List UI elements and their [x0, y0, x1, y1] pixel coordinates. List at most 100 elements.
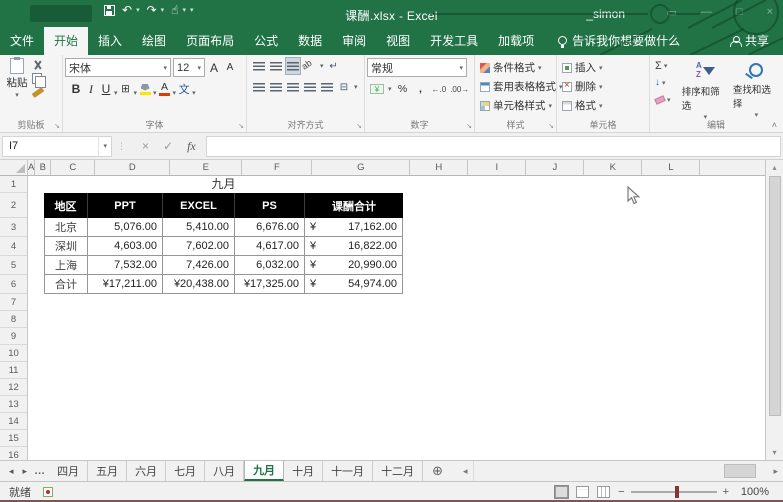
- delete-cells-button[interactable]: 删除 ▾: [559, 77, 647, 96]
- orientation-dropdown-icon[interactable]: ▾: [320, 62, 324, 70]
- align-left-button[interactable]: [252, 79, 266, 95]
- row-header[interactable]: 11: [0, 362, 27, 379]
- align-top-button[interactable]: [252, 58, 266, 74]
- sheet-tab[interactable]: 五月: [88, 461, 128, 481]
- total-cell[interactable]: ¥ 20,990.00: [305, 256, 403, 275]
- ppt-cell[interactable]: 4,603.00: [88, 237, 163, 256]
- sheet-tab[interactable]: 十月: [284, 461, 324, 481]
- copy-icon[interactable]: [32, 73, 46, 88]
- excel-cell[interactable]: 7,426.00: [163, 256, 235, 275]
- table-header-cell[interactable]: PS: [235, 193, 305, 218]
- align-center-button[interactable]: [269, 79, 283, 95]
- increase-font-size-button[interactable]: A: [207, 60, 221, 76]
- column-header[interactable]: G: [312, 160, 411, 175]
- row-header[interactable]: 14: [0, 413, 27, 430]
- total-cell[interactable]: ¥ 54,974.00: [305, 275, 403, 294]
- align-bottom-button[interactable]: [285, 57, 301, 75]
- underline-dropdown-icon[interactable]: ▾: [114, 89, 118, 97]
- ps-cell[interactable]: 4,617.00: [235, 237, 305, 256]
- region-cell[interactable]: 深圳: [44, 237, 88, 256]
- column-header[interactable]: F: [242, 160, 313, 175]
- row-header[interactable]: 3: [0, 218, 27, 237]
- region-cell[interactable]: 合计: [44, 275, 88, 294]
- row-header[interactable]: 8: [0, 311, 27, 328]
- horizontal-scroll-thumb[interactable]: [724, 464, 757, 478]
- scroll-up-icon[interactable]: ▴: [772, 160, 776, 175]
- vertical-scrollbar[interactable]: ▴ ▾: [765, 160, 783, 460]
- fill-color-button[interactable]: [138, 81, 152, 97]
- ps-cell[interactable]: 6,676.00: [235, 218, 305, 237]
- vertical-scroll-thumb[interactable]: [768, 176, 781, 416]
- phonetic-dropdown-icon[interactable]: ▾: [192, 89, 196, 97]
- column-header[interactable]: E: [170, 160, 243, 175]
- sheet-tab[interactable]: 十二月: [373, 461, 424, 481]
- ribbon-tab[interactable]: 公式: [244, 27, 288, 55]
- minimize-button[interactable]: —: [701, 6, 712, 19]
- column-header[interactable]: B: [35, 160, 52, 175]
- insert-cells-button[interactable]: 插入 ▾: [559, 58, 647, 77]
- region-cell[interactable]: 上海: [44, 256, 88, 275]
- increase-indent-button[interactable]: [320, 79, 334, 95]
- name-box-dropdown-icon[interactable]: ▾: [98, 136, 111, 156]
- scroll-down-icon[interactable]: ▾: [772, 445, 776, 460]
- ribbon-display-options-button[interactable]: ▭: [667, 6, 677, 19]
- sheet-tab[interactable]: 七月: [166, 461, 206, 481]
- paste-dropdown-icon[interactable]: ▾: [15, 91, 19, 99]
- signed-in-user[interactable]: _simon: [586, 7, 625, 21]
- region-cell[interactable]: 北京: [44, 218, 88, 237]
- zoom-in-button[interactable]: +: [723, 486, 729, 498]
- ribbon-tab[interactable]: 加载项: [488, 27, 544, 55]
- align-right-button[interactable]: [286, 79, 300, 95]
- sheet-tab[interactable]: 八月: [205, 461, 245, 481]
- format-cells-button[interactable]: 格式 ▾: [559, 96, 647, 115]
- ppt-cell[interactable]: ¥17,211.00: [88, 275, 163, 294]
- clipboard-dialog-launcher-icon[interactable]: ↘: [54, 122, 60, 130]
- share-button[interactable]: 共享: [716, 27, 783, 55]
- styles-dialog-launcher-icon[interactable]: ↘: [548, 122, 554, 130]
- ppt-cell[interactable]: 5,076.00: [88, 218, 163, 237]
- column-header[interactable]: C: [51, 160, 96, 175]
- zoom-slider-thumb[interactable]: [674, 486, 679, 498]
- table-title-cell[interactable]: 九月: [44, 176, 403, 193]
- column-header[interactable]: D: [95, 160, 171, 175]
- cancel-entry-button[interactable]: ×: [142, 139, 149, 153]
- ribbon-tab[interactable]: 页面布局: [176, 27, 244, 55]
- column-header[interactable]: K: [584, 160, 643, 175]
- row-header[interactable]: 9: [0, 328, 27, 345]
- ribbon-tab[interactable]: 文件: [0, 27, 44, 55]
- prev-sheet-icon[interactable]: ◂: [9, 466, 14, 477]
- ribbon-tab[interactable]: 开始: [44, 27, 89, 55]
- borders-button[interactable]: ⊞: [119, 81, 133, 97]
- ribbon-tab[interactable]: 开发工具: [420, 27, 488, 55]
- sheet-tab[interactable]: 十一月: [323, 461, 374, 481]
- orientation-button[interactable]: ab: [300, 55, 321, 76]
- maximize-button[interactable]: □: [736, 6, 743, 19]
- sort-filter-button[interactable]: AZ 排序和筛选 ▾: [682, 58, 729, 121]
- format-painter-icon[interactable]: [31, 87, 45, 98]
- excel-cell[interactable]: 7,602.00: [163, 237, 235, 256]
- fill-color-dropdown-icon[interactable]: ▾: [153, 89, 157, 97]
- ribbon-tab[interactable]: 审阅: [332, 27, 376, 55]
- row-header[interactable]: 6: [0, 275, 27, 294]
- format-as-table-button[interactable]: 套用表格格式 ▾: [477, 77, 563, 96]
- increase-decimal-button[interactable]: ←.0: [432, 85, 447, 94]
- fill-button[interactable]: ↓ ▾: [655, 75, 678, 90]
- wrap-text-button[interactable]: ↵: [327, 58, 341, 74]
- excel-cell[interactable]: ¥20,438.00: [163, 275, 235, 294]
- row-header[interactable]: 7: [0, 294, 27, 311]
- decrease-indent-button[interactable]: [303, 79, 317, 95]
- next-sheet-icon[interactable]: ▸: [23, 466, 28, 477]
- row-header[interactable]: 1: [0, 176, 27, 193]
- ribbon-tab[interactable]: 数据: [288, 27, 332, 55]
- formula-input[interactable]: [205, 135, 781, 157]
- scroll-left-icon[interactable]: ◂: [458, 466, 473, 477]
- excel-cell[interactable]: 5,410.00: [163, 218, 235, 237]
- alignment-dialog-launcher-icon[interactable]: ↘: [356, 122, 362, 130]
- font-color-button[interactable]: A: [158, 81, 172, 97]
- font-color-dropdown-icon[interactable]: ▾: [173, 89, 177, 97]
- row-header[interactable]: 16: [0, 447, 27, 461]
- align-middle-button[interactable]: [269, 58, 283, 74]
- confirm-entry-button[interactable]: ✓: [163, 139, 173, 153]
- row-header[interactable]: 15: [0, 430, 27, 447]
- ps-cell[interactable]: 6,032.00: [235, 256, 305, 275]
